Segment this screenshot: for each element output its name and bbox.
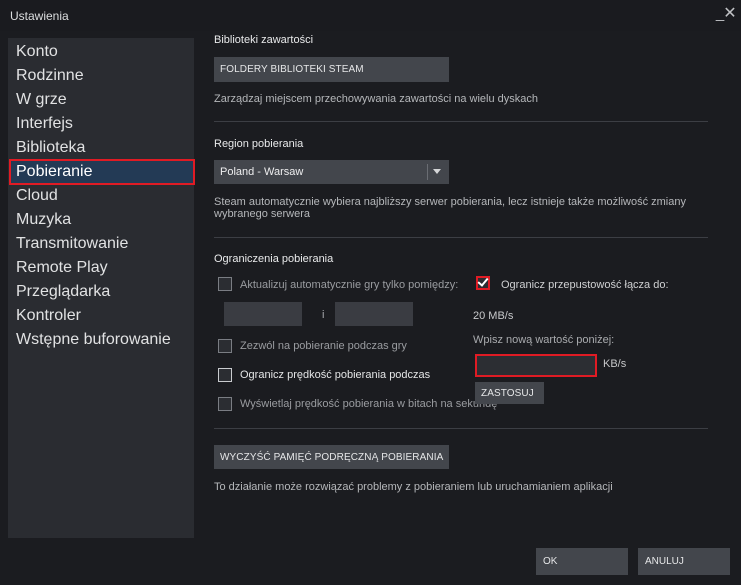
section-divider: [214, 428, 708, 429]
sidebar-item-cloud[interactable]: Cloud: [16, 185, 58, 207]
auto-update-end-field[interactable]: [335, 302, 413, 326]
ok-button[interactable]: OK: [536, 548, 628, 575]
sidebar-item-pobieranie[interactable]: Pobieranie: [9, 159, 195, 185]
auto-update-window-label: Aktualizuj automatycznie gry tylko pomię…: [240, 279, 459, 291]
current-bandwidth-value: 20 MB/s: [473, 310, 514, 322]
limit-bandwidth-checkbox[interactable]: [476, 275, 490, 290]
sidebar-item-wstepne-buforowanie[interactable]: Wstępne buforowanie: [16, 329, 171, 351]
download-region-select[interactable]: Poland - Warsaw: [214, 160, 449, 184]
checkmark-icon: [477, 275, 489, 287]
sidebar-item-kontroler[interactable]: Kontroler: [16, 305, 81, 327]
sidebar-item-transmitowanie[interactable]: Transmitowanie: [16, 233, 128, 255]
libraries-section-title: Biblioteki zawartości: [214, 34, 314, 46]
bandwidth-kbs-input[interactable]: [475, 354, 597, 377]
chevron-down-icon: [433, 169, 441, 174]
sidebar-item-muzyka[interactable]: Muzyka: [16, 209, 71, 231]
throttle-while-streaming-checkbox[interactable]: [218, 368, 232, 382]
region-description-line2: wybranego serwera: [214, 208, 310, 220]
sidebar-item-w-grze[interactable]: W grze: [16, 89, 67, 111]
apply-bandwidth-button[interactable]: ZASTOSUJ: [475, 382, 544, 404]
section-divider: [214, 237, 708, 238]
display-bits-checkbox[interactable]: [218, 397, 232, 411]
clear-download-cache-button[interactable]: WYCZYŚĆ PAMIĘĆ PODRĘCZNĄ POBIERANIA: [214, 445, 449, 469]
sidebar-item-interfejs[interactable]: Interfejs: [16, 113, 73, 135]
sidebar-item-biblioteka[interactable]: Biblioteka: [16, 137, 85, 159]
cancel-button[interactable]: ANULUJ: [638, 548, 730, 575]
downloads-settings-panel: Biblioteki zawartości FOLDERY BIBLIOTEKI…: [200, 31, 730, 539]
libraries-description: Zarządzaj miejscem przechowywania zawart…: [214, 93, 539, 105]
section-divider: [214, 121, 708, 122]
library-folders-button[interactable]: FOLDERY BIBLIOTEKI STEAM: [214, 57, 449, 82]
and-label: i: [322, 309, 325, 321]
throttle-while-streaming-label: Ogranicz prędkość pobierania podczas: [240, 369, 431, 381]
settings-sidebar: Konto Rodzinne W grze Interfejs Bibliote…: [8, 38, 195, 538]
sidebar-item-przegladarka[interactable]: Przeglądarka: [16, 281, 110, 303]
allow-ingame-downloads-label: Zezwól na pobieranie podczas gry: [240, 340, 407, 352]
allow-ingame-downloads-checkbox[interactable]: [218, 339, 232, 353]
enter-value-label: Wpisz nową wartość poniżej:: [473, 334, 615, 346]
auto-update-window-checkbox[interactable]: [218, 277, 232, 291]
limit-bandwidth-label: Ogranicz przepustowość łącza do:: [501, 279, 669, 291]
window-title: Ustawienia: [10, 9, 69, 23]
title-bar: Ustawienia _ ✕: [0, 0, 741, 31]
sidebar-item-konto[interactable]: Konto: [16, 41, 58, 63]
kbs-unit-label: KB/s: [603, 358, 627, 370]
download-region-value: Poland - Warsaw: [220, 166, 304, 178]
cache-description: To działanie może rozwiązać problemy z p…: [214, 481, 613, 493]
sidebar-item-rodzinne[interactable]: Rodzinne: [16, 65, 84, 87]
sidebar-item-remote-play[interactable]: Remote Play: [16, 257, 108, 279]
select-separator: [427, 164, 428, 180]
close-button[interactable]: ✕: [720, 4, 740, 24]
display-bits-label: Wyświetlaj prędkość pobierania w bitach …: [240, 398, 498, 410]
auto-update-start-field[interactable]: [224, 302, 302, 326]
limits-section-title: Ograniczenia pobierania: [214, 253, 334, 265]
region-section-title: Region pobierania: [214, 138, 304, 150]
